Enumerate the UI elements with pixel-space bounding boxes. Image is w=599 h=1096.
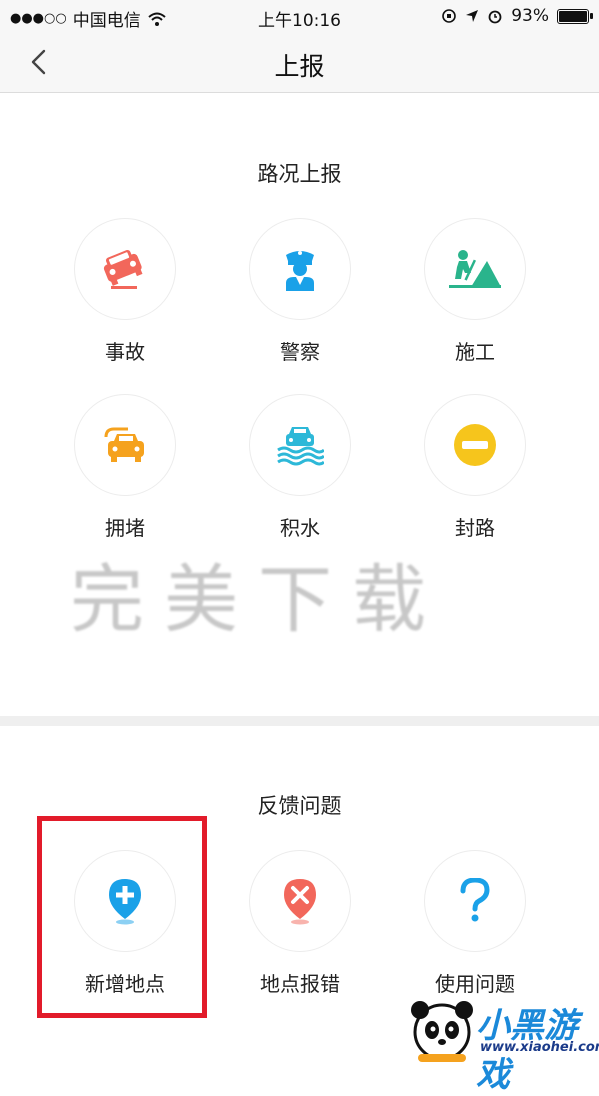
location-error-icon: [284, 879, 316, 925]
navigation-bar: 上报: [0, 34, 599, 93]
location-arrow-icon: [466, 10, 479, 22]
construction-icon: [449, 250, 501, 288]
car-accident-icon: [103, 249, 143, 289]
accident-label: 事故: [105, 340, 145, 364]
report-construction-button[interactable]: 施工: [400, 218, 550, 368]
section-divider: [0, 716, 599, 726]
report-road-closed-button[interactable]: 封路: [400, 394, 550, 544]
usage-question-button[interactable]: 使用问题: [400, 850, 550, 1000]
police-circle: [249, 218, 351, 320]
road-closed-icon: [454, 424, 496, 466]
watermark: 完美下载: [70, 557, 446, 643]
status-bar: ●●●○○ 中国电信 上午10:16 93%: [0, 0, 599, 34]
page-title: 上报: [274, 52, 325, 81]
road-closed-circle: [424, 394, 526, 496]
road-closed-label: 封路: [455, 516, 495, 540]
question-icon: [460, 878, 490, 922]
accident-circle: [74, 218, 176, 320]
traffic-jam-circle: [74, 394, 176, 496]
road-report-title: 路况上报: [257, 162, 342, 186]
orientation-lock-icon: [442, 9, 457, 23]
construction-label: 施工: [455, 340, 495, 364]
logo-url: www.xiaohei.com: [480, 1040, 599, 1055]
highlight-annotation: [37, 816, 207, 1018]
report-traffic-jam-button[interactable]: 拥堵: [50, 394, 200, 544]
traffic-jam-icon: [104, 427, 144, 462]
construction-circle: [424, 218, 526, 320]
report-police-button[interactable]: 警察: [225, 218, 375, 368]
panda-logo-icon: [411, 1001, 473, 1062]
traffic-jam-label: 拥堵: [105, 516, 145, 540]
flooding-label: 积水: [280, 516, 320, 540]
status-right: 93%: [441, 6, 593, 26]
police-icon: [286, 251, 314, 291]
report-flooding-button[interactable]: 积水: [225, 394, 375, 544]
police-label: 警察: [280, 340, 320, 364]
report-accident-button[interactable]: 事故: [50, 218, 200, 368]
alarm-icon: [488, 10, 502, 24]
location-error-label: 地点报错: [260, 972, 340, 996]
flooding-icon: [277, 427, 324, 466]
battery-percent: 93%: [511, 6, 549, 26]
location-error-button[interactable]: 地点报错: [225, 850, 375, 1000]
usage-question-circle: [424, 850, 526, 952]
flooding-circle: [249, 394, 351, 496]
battery-level: [559, 10, 587, 22]
corner-logo: 小黑游戏 www.xiaohei.com: [408, 992, 599, 1095]
battery-icon: [557, 8, 593, 24]
location-error-circle: [249, 850, 351, 952]
